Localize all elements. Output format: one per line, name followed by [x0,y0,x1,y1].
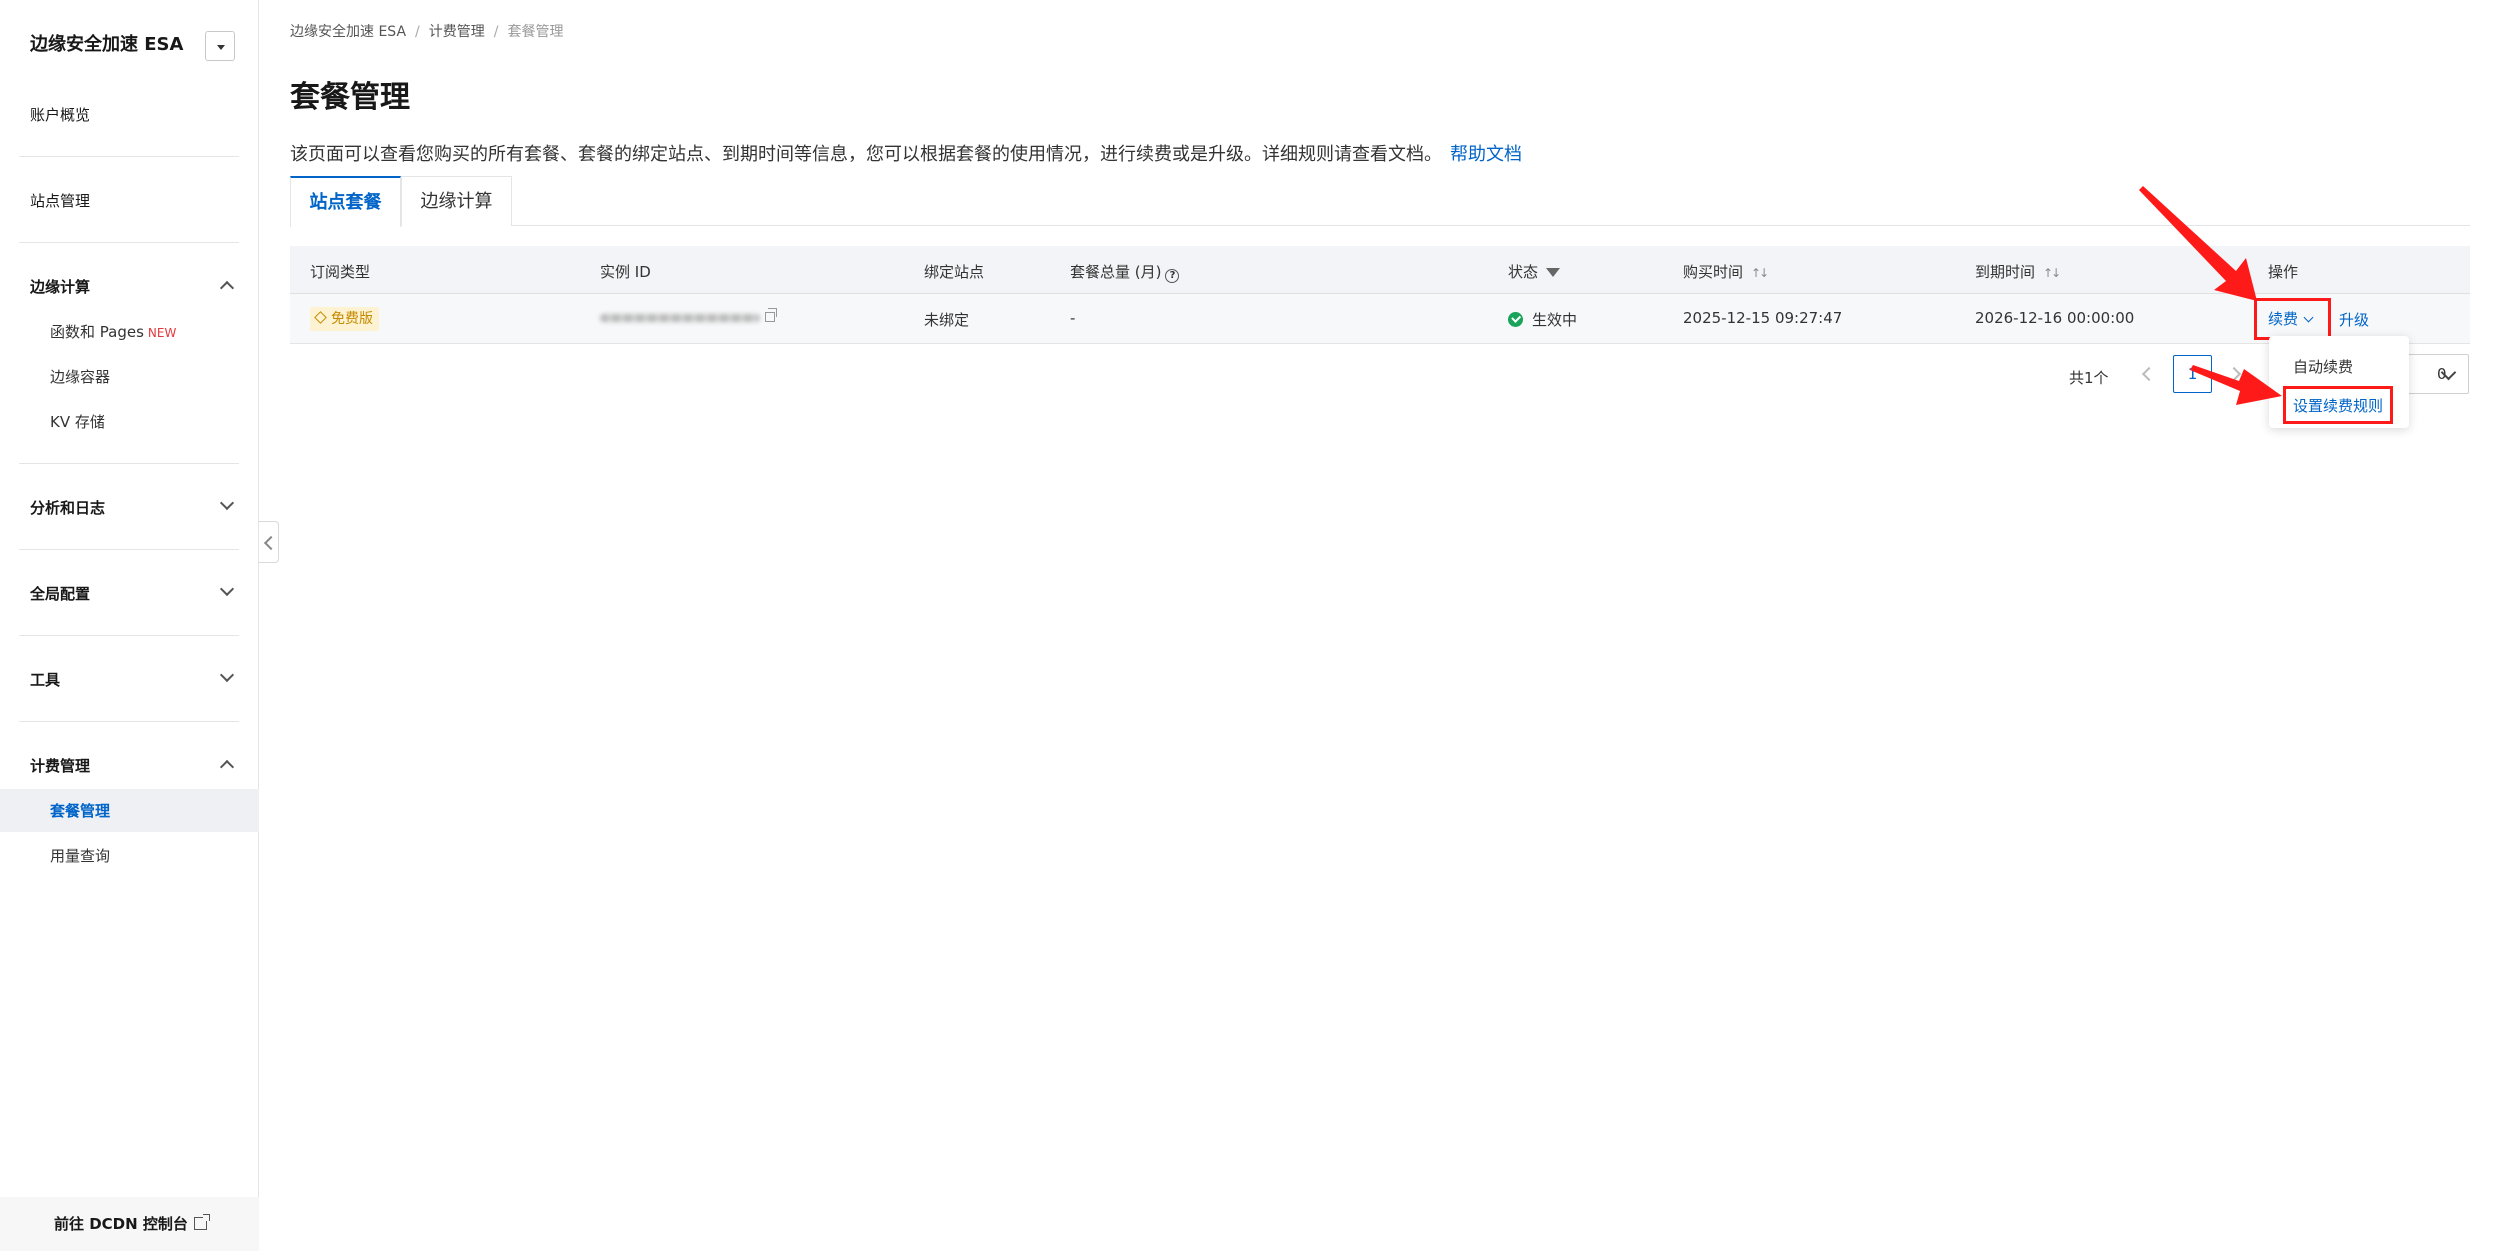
sidebar-item-overview[interactable]: 账户概览 [30,104,90,125]
check-circle-icon [1508,312,1523,327]
sidebar-group-analytics-logs[interactable]: 分析和日志 [30,497,105,518]
menu-item-renew-rules[interactable]: 设置续费规则 [2293,395,2383,416]
chevron-down-icon[interactable] [219,667,235,683]
sidebar-item-edge-container[interactable]: 边缘容器 [50,366,110,387]
sidebar-group-global-config[interactable]: 全局配置 [30,583,90,604]
chevron-up-icon[interactable] [219,280,235,296]
pagination-current-page[interactable]: 1 [2173,355,2212,393]
page-size-value: 0 [2437,365,2447,383]
pagination-prev-icon[interactable] [2141,366,2157,382]
col-plan-total-label: 套餐总量 (月) [1070,263,1162,281]
tab-edge-compute[interactable]: 边缘计算 [401,176,512,226]
sidebar-item-functions-pages[interactable]: 函数和 Pages NEW [50,321,176,342]
sidebar-group-billing[interactable]: 计费管理 [30,755,90,776]
sort-icon[interactable]: ↑↓ [2043,266,2061,280]
breadcrumb-separator: / [493,24,499,40]
sidebar-active-highlight [0,789,259,832]
table-row: 免费版 未绑定 - 生效中 2025-12-15 09:27:47 2026-1… [290,294,2470,344]
plan-type-label: 免费版 [331,311,373,327]
sidebar-header: 边缘安全加速 ESA [0,0,259,92]
sidebar-group-tools[interactable]: 工具 [30,669,60,690]
sidebar-divider [19,721,239,722]
col-expire-time: 到期时间 ↑↓ [1975,261,2061,282]
product-switch-dropdown[interactable] [205,31,235,61]
dcdn-console-label: 前往 DCDN 控制台 [54,1215,188,1233]
col-purchase-time-label: 购买时间 [1683,263,1744,281]
new-badge: NEW [147,326,177,340]
help-question-icon[interactable]: ? [1165,269,1180,283]
upgrade-button[interactable]: 升级 [2339,309,2369,330]
description-text: 该页面可以查看您购买的所有套餐、套餐的绑定站点、到期时间等信息，您可以根据套餐的… [290,144,1442,165]
bound-site-value: 未绑定 [924,311,970,329]
chevron-down-icon[interactable] [219,581,235,597]
col-status-label: 状态 [1508,263,1539,281]
page-description: 该页面可以查看您购买的所有套餐、套餐的绑定站点、到期时间等信息，您可以根据套餐的… [290,140,1522,166]
page-title: 套餐管理 [290,80,410,115]
chevron-down-icon [2303,312,2314,323]
chevron-down-icon[interactable] [219,495,235,511]
col-instance-id: 实例 ID [600,263,651,281]
sidebar-item-kv-storage[interactable]: KV 存储 [50,411,105,432]
breadcrumb-separator: / [415,24,420,40]
renew-button[interactable]: 续费 [2268,308,2314,329]
tab-bar: 站点套餐 边缘计算 [290,176,2470,227]
sidebar: 边缘安全加速 ESA 账户概览 站点管理 边缘计算 函数和 Pages NEW 边… [0,0,259,1251]
copy-icon[interactable] [765,308,777,322]
plan-type-badge: 免费版 [310,307,379,331]
sidebar-item-usage-query[interactable]: 用量查询 [50,845,110,866]
help-doc-link[interactable]: 帮助文档 [1450,144,1522,165]
sidebar-divider [19,463,239,464]
purchase-time-value: 2025-12-15 09:27:47 [1683,309,1843,327]
sidebar-item-site-mgmt[interactable]: 站点管理 [30,190,90,211]
filter-icon[interactable] [1546,268,1561,277]
sidebar-item-label: 函数和 Pages [50,323,144,341]
breadcrumb-item[interactable]: 边缘安全加速 ESA [290,24,406,40]
dcdn-console-link[interactable]: 前往 DCDN 控制台 [54,1213,210,1234]
sidebar-item-plan-mgmt[interactable]: 套餐管理 [50,800,110,821]
external-link-icon [193,1214,210,1230]
col-plan-total: 套餐总量 (月)? [1070,261,1180,283]
table-header: 订阅类型 实例 ID 绑定站点 套餐总量 (月)? 状态 购买时间 ↑↓ 到期时间… [290,246,2470,294]
breadcrumb-current: 套餐管理 [507,24,564,40]
sidebar-divider [19,549,239,550]
sidebar-group-edge-compute[interactable]: 边缘计算 [30,276,90,297]
chevron-up-icon[interactable] [219,759,235,775]
renew-dropdown-menu: 自动续费 设置续费规则 [2269,336,2409,428]
breadcrumb-item[interactable]: 计费管理 [429,24,485,40]
col-actions: 操作 [2268,263,2299,281]
sort-icon[interactable]: ↑↓ [1751,266,1769,280]
col-purchase-time: 购买时间 ↑↓ [1683,261,1769,282]
sidebar-footer: 前往 DCDN 控制台 [0,1197,259,1251]
plan-total-value: - [1070,309,1076,327]
expire-time-value: 2026-12-16 00:00:00 [1975,309,2135,327]
diamond-icon [314,311,327,324]
menu-item-auto-renew[interactable]: 自动续费 [2293,356,2353,377]
status-label: 生效中 [1532,311,1578,329]
pagination-next-icon[interactable] [2226,366,2242,382]
col-status: 状态 [1508,261,1561,282]
instance-id-redacted [600,314,760,322]
product-title: 边缘安全加速 ESA [30,34,184,55]
sidebar-divider [19,242,239,243]
sidebar-divider [19,156,239,157]
col-sub-type: 订阅类型 [310,263,371,281]
breadcrumb: 边缘安全加速 ESA / 计费管理 / 套餐管理 [290,21,563,41]
sidebar-collapse-button[interactable] [259,521,279,563]
col-bound-site: 绑定站点 [924,263,985,281]
tab-site-plan[interactable]: 站点套餐 [290,176,401,227]
pagination-total: 共1个 [2069,369,2109,387]
status-value: 生效中 [1508,309,1577,330]
col-expire-time-label: 到期时间 [1975,263,2036,281]
sidebar-divider [19,635,239,636]
renew-label: 续费 [2268,310,2299,328]
